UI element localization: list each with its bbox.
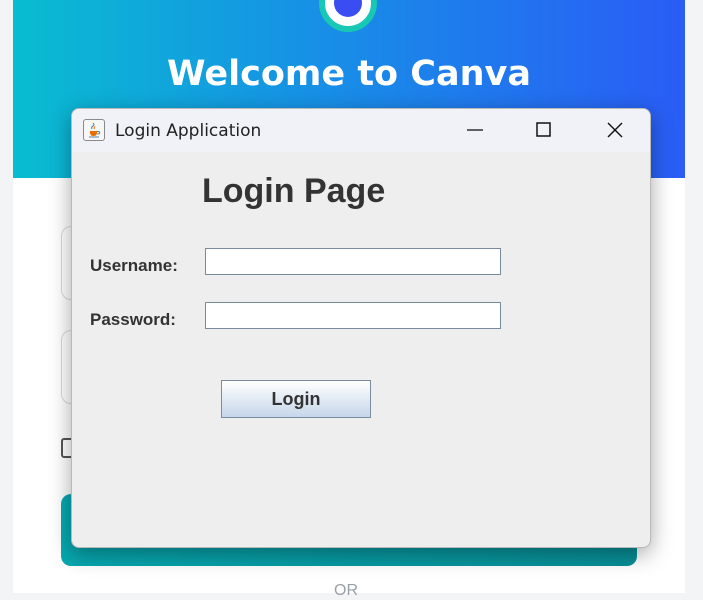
background-or-text: OR: [334, 582, 358, 599]
close-button[interactable]: [580, 109, 650, 152]
page-title: Login Page: [202, 172, 386, 210]
password-label: Password:: [90, 310, 176, 329]
maximize-icon: [536, 122, 551, 137]
maximize-button[interactable]: [509, 109, 579, 152]
minimize-icon: [467, 129, 483, 131]
window-titlebar[interactable]: Login Application: [72, 109, 650, 152]
close-icon: [607, 122, 623, 138]
login-form: Login Page Username: Password: Login: [72, 152, 650, 547]
username-input[interactable]: [205, 248, 501, 275]
java-cup-icon[interactable]: [83, 119, 105, 141]
username-label: Username:: [90, 256, 178, 275]
minimize-button[interactable]: [440, 109, 510, 152]
password-input[interactable]: [205, 302, 501, 329]
window-title: Login Application: [115, 121, 262, 141]
background-title: Welcome to Canva: [167, 54, 531, 94]
login-button[interactable]: Login: [221, 380, 371, 418]
login-window: Login Application Login Page Username: P…: [71, 108, 651, 548]
